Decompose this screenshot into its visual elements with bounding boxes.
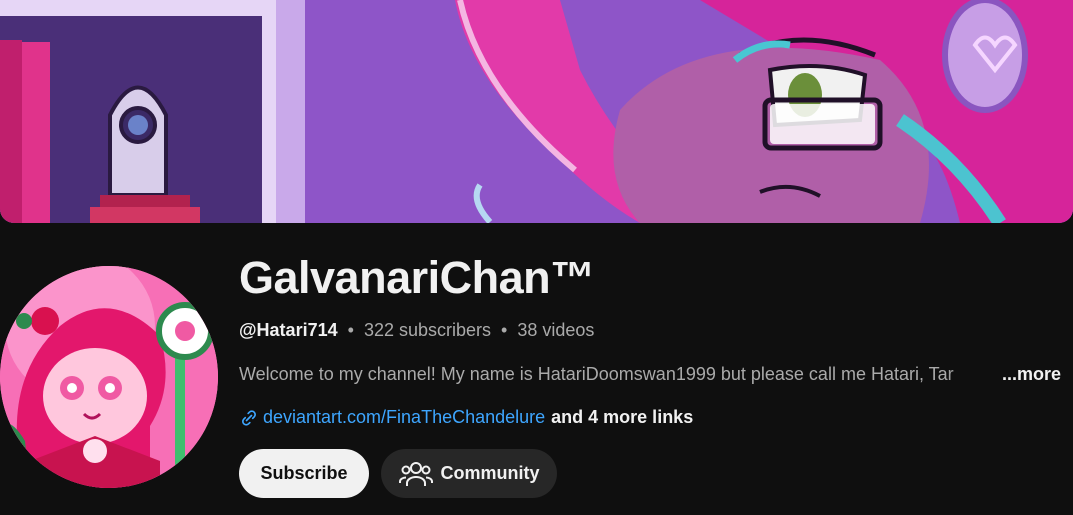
meta-separator: •: [501, 320, 508, 340]
more-links-button[interactable]: and 4 more links: [551, 407, 693, 428]
community-label: Community: [440, 463, 540, 483]
channel-links: deviantart.com/FinaTheChandelure and 4 m…: [239, 407, 693, 428]
channel-description[interactable]: Welcome to my channel! My name is Hatari…: [239, 364, 1069, 388]
link-icon: [239, 408, 259, 428]
channel-avatar[interactable]: [0, 266, 218, 488]
channel-link[interactable]: deviantart.com/FinaTheChandelure: [263, 407, 545, 428]
channel-handle: @Hatari714: [239, 320, 338, 340]
people-icon: [398, 459, 433, 489]
channel-meta: @Hatari714 • 322 subscribers • 38 videos: [239, 320, 594, 341]
channel-banner: [0, 0, 1073, 223]
video-count: 38 videos: [517, 320, 595, 340]
subscribe-label: Subscribe: [260, 463, 348, 483]
subscribe-button[interactable]: Subscribe: [239, 449, 369, 498]
channel-name: GalvanariChan™: [239, 252, 595, 303]
channel-page: GalvanariChan™ @Hatari714 • 322 subscrib…: [0, 0, 1073, 515]
community-button[interactable]: Community: [381, 449, 557, 498]
description-more-button[interactable]: ...more: [1002, 364, 1061, 385]
subscriber-count: 322 subscribers: [363, 320, 492, 340]
meta-separator: •: [347, 320, 354, 340]
description-text: Welcome to my channel! My name is Hatari…: [239, 364, 954, 384]
